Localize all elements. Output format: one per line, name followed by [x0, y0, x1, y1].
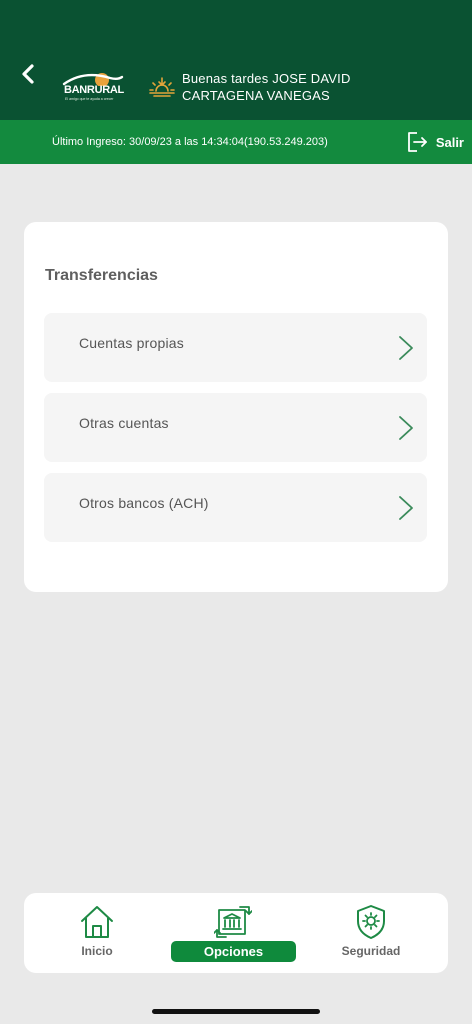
- last-login-text: Último Ingreso: 30/09/23 a las 14:34:04(…: [52, 136, 328, 148]
- greeting-line-1: Buenas tardes JOSE DAVID: [182, 71, 351, 86]
- sunset-icon: [149, 77, 175, 97]
- transfers-card: Transferencias Cuentas propias Otras cue…: [24, 222, 448, 592]
- nav-label-active: Opciones: [203, 944, 264, 959]
- banrural-logo: BANRURAL El amigo que te ayuda a crecer: [62, 68, 124, 104]
- home-icon: [81, 906, 113, 938]
- chevron-right-icon: [399, 336, 413, 360]
- option-cuentas-propias[interactable]: Cuentas propias: [44, 313, 427, 382]
- logout-button[interactable]: Salir: [406, 127, 464, 157]
- logout-icon: [407, 132, 427, 152]
- section-title: Transferencias: [45, 267, 158, 284]
- chevron-right-icon: [399, 416, 413, 440]
- nav-item-inicio[interactable]: Inicio: [32, 893, 162, 973]
- session-status-bar: Último Ingreso: 30/09/23 a las 14:34:04(…: [0, 120, 472, 164]
- nav-active-pill[interactable]: Opciones: [171, 941, 296, 962]
- option-otros-bancos[interactable]: Otros bancos (ACH): [44, 473, 427, 542]
- option-label: Otros bancos (ACH): [79, 495, 209, 511]
- bottom-navigation: Inicio Opciones Seguridad: [24, 893, 448, 973]
- option-label: Otras cuentas: [79, 415, 169, 431]
- option-label: Cuentas propias: [79, 335, 184, 351]
- back-button[interactable]: [14, 60, 42, 88]
- option-otras-cuentas[interactable]: Otras cuentas: [44, 393, 427, 462]
- nav-label: Inicio: [81, 944, 113, 958]
- app-header: BANRURAL El amigo que te ayuda a crecer …: [0, 0, 472, 120]
- logo-tagline: El amigo que te ayuda a crecer: [65, 97, 114, 101]
- nav-label: Seguridad: [341, 944, 401, 958]
- logo-brand-text: BANRURAL: [64, 84, 124, 96]
- chevron-left-icon: [22, 64, 34, 84]
- nav-item-seguridad[interactable]: Seguridad: [306, 893, 436, 973]
- bank-transfer-icon: [214, 906, 252, 938]
- logout-label: Salir: [435, 134, 464, 150]
- shield-gear-icon: [357, 905, 385, 939]
- greeting-text: Buenas tardes JOSE DAVID CARTAGENA VANEG…: [182, 70, 462, 104]
- greeting-line-2: CARTAGENA VANEGAS: [182, 88, 330, 103]
- chevron-right-icon: [399, 496, 413, 520]
- home-indicator: [152, 1009, 320, 1014]
